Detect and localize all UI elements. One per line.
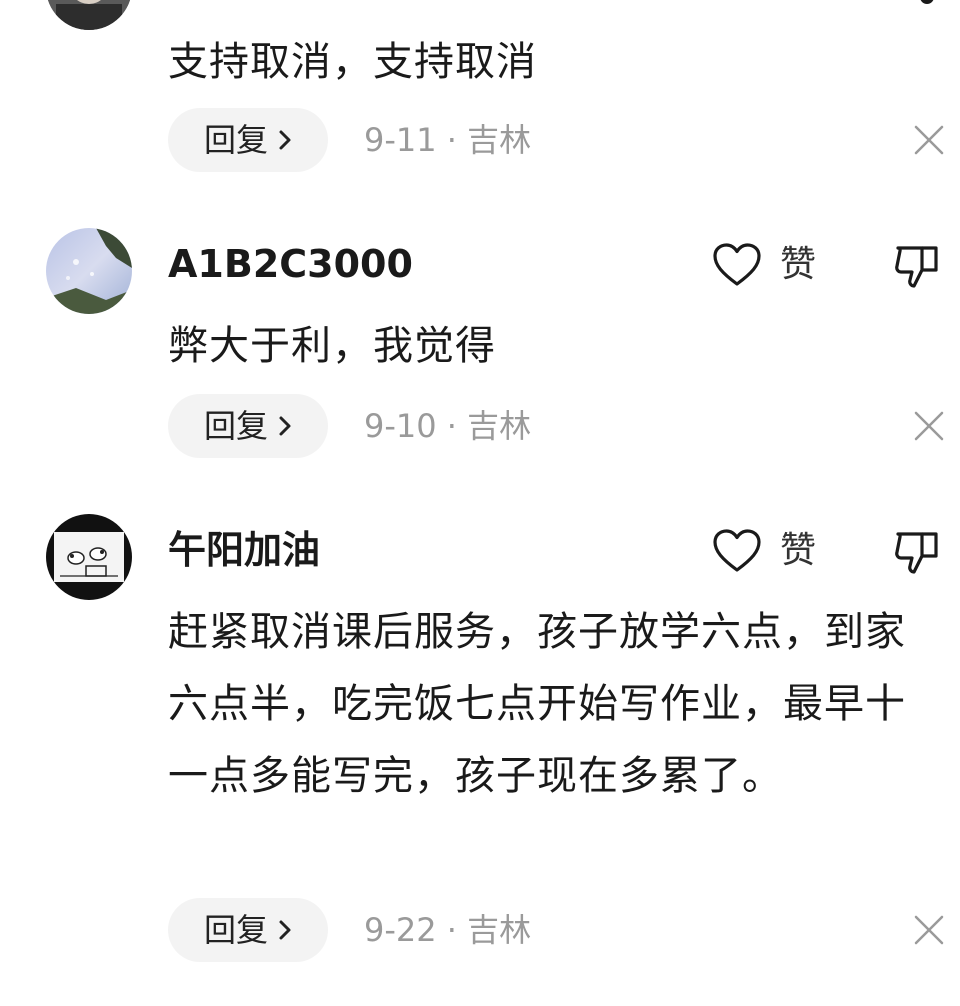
like-label: 赞 <box>780 244 817 285</box>
comment-content: 赶紧取消课后服务，孩子放学六点，到家六点半，吃完饭七点开始写作业，最早十一点多能… <box>168 609 906 799</box>
avatar-image <box>46 228 132 314</box>
comment-content: 弊大于利，我觉得 <box>168 323 496 369</box>
reply-label: 回复 <box>203 407 268 445</box>
chevron-right-icon <box>279 920 291 940</box>
heart-icon <box>713 529 761 572</box>
like-label: 赞 <box>780 530 817 571</box>
comment-location: 吉林 <box>467 121 532 159</box>
comment-meta: 9-11 · 吉林 <box>364 120 531 160</box>
comment-meta: 9-10 · 吉林 <box>364 406 531 446</box>
comment-meta: 9-22 · 吉林 <box>364 910 531 950</box>
comment-content: 支持取消，支持取消 <box>168 39 537 85</box>
comment-date: 9-22 <box>364 911 437 949</box>
thumbs-down-icon[interactable] <box>892 242 942 292</box>
avatar-image <box>46 0 132 30</box>
comment-location: 吉林 <box>467 407 532 445</box>
reply-button[interactable]: 回复 <box>168 394 328 458</box>
reply-button[interactable]: 回复 <box>168 898 328 962</box>
comment-date: 9-11 <box>364 121 437 159</box>
comment-location: 吉林 <box>467 911 532 949</box>
chevron-right-icon <box>279 130 291 150</box>
heart-icon <box>713 243 761 286</box>
avatar-image <box>46 514 132 600</box>
like-button[interactable]: 赞 <box>712 240 816 290</box>
reply-label: 回复 <box>203 911 268 949</box>
username[interactable]: 午阳加油 <box>168 528 320 572</box>
thumbs-down-icon[interactable] <box>892 528 942 578</box>
more-dot-icon[interactable] <box>920 0 934 4</box>
reply-button[interactable]: 回复 <box>168 108 328 172</box>
chevron-right-icon <box>279 416 291 436</box>
meta-separator: · <box>446 407 457 445</box>
avatar[interactable] <box>46 0 132 30</box>
like-button[interactable]: 赞 <box>712 526 816 576</box>
meta-separator: · <box>446 911 457 949</box>
comment-date: 9-10 <box>364 407 437 445</box>
reply-label: 回复 <box>203 121 268 159</box>
close-icon[interactable] <box>912 409 946 443</box>
username[interactable]: A1B2C3000 <box>168 242 413 286</box>
avatar[interactable] <box>46 514 132 600</box>
avatar[interactable] <box>46 228 132 314</box>
close-icon[interactable] <box>912 913 946 947</box>
close-icon[interactable] <box>912 123 946 157</box>
meta-separator: · <box>446 121 457 159</box>
